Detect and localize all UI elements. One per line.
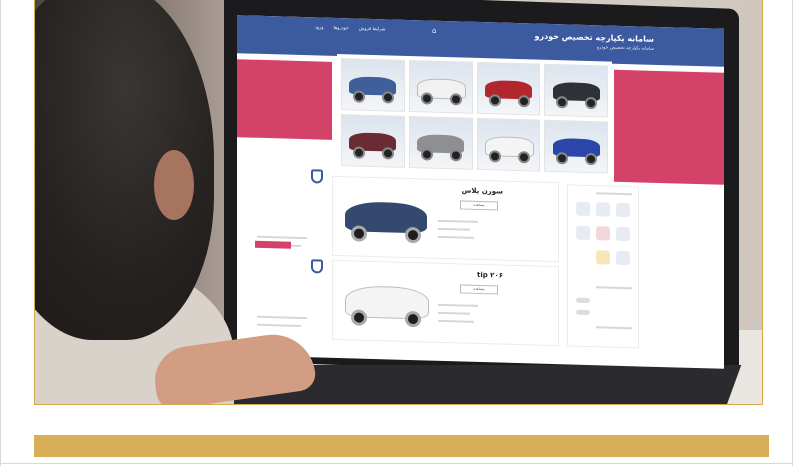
pink-button[interactable] — [255, 240, 291, 249]
nav-item[interactable]: خودروها — [334, 26, 349, 31]
brand-logo-icon[interactable] — [576, 225, 590, 241]
car-gallery — [337, 53, 612, 178]
left-panel — [237, 165, 327, 348]
nav-item[interactable]: ورود — [315, 25, 324, 30]
car-card-button[interactable]: مشاهده — [460, 200, 498, 211]
car-tile[interactable] — [476, 61, 541, 116]
text-line — [257, 323, 301, 327]
car-tile[interactable] — [341, 114, 405, 168]
pink-banner-left — [237, 59, 332, 140]
site-subtitle: سامانه یکپارچه تخصیص خودرو — [596, 45, 654, 52]
text-line — [596, 326, 632, 330]
car-tile[interactable] — [408, 115, 473, 170]
wheel-icon — [585, 96, 598, 110]
brand-logo-icon[interactable] — [616, 250, 630, 266]
wheel-icon — [405, 310, 421, 328]
text-line — [438, 227, 470, 231]
bottom-rule — [0, 463, 793, 464]
toggle-switch[interactable] — [576, 309, 590, 316]
wheel-icon — [353, 146, 366, 159]
car-tile[interactable] — [544, 119, 608, 174]
wheel-icon — [353, 90, 366, 103]
shield-icon — [311, 169, 323, 184]
wheel-icon — [382, 91, 395, 104]
car-card: سورن پلاس مشاهده — [255, 175, 559, 263]
car-card-title: سورن پلاس — [461, 186, 503, 196]
brand-logo-icon[interactable] — [616, 202, 630, 218]
text-line — [257, 235, 307, 240]
car-tile[interactable] — [408, 59, 473, 114]
wheel-icon — [405, 226, 421, 244]
wheel-icon — [517, 95, 530, 108]
person-ear — [154, 150, 194, 220]
gold-bar — [34, 435, 769, 457]
toggle-switch[interactable] — [576, 297, 590, 304]
text-line — [596, 192, 632, 196]
car-tile[interactable] — [341, 58, 405, 112]
text-line — [438, 219, 478, 223]
wheel-icon — [449, 93, 462, 106]
text-line — [596, 286, 632, 290]
car-card-title: ۲۰۶ tip — [476, 270, 503, 280]
wheel-icon — [488, 94, 501, 107]
car-card: ۲۰۶ tip مشاهده — [332, 259, 559, 347]
figure-frame: سامانه یکپارچه تخصیص خودرو سامانه یکپارچ… — [0, 0, 793, 466]
home-icon[interactable]: ⌂ — [432, 27, 436, 35]
pink-banner-right — [614, 69, 724, 185]
wheel-icon — [449, 149, 462, 162]
frame-left-line — [0, 0, 1, 466]
car-tile[interactable] — [544, 63, 608, 118]
text-line — [438, 235, 474, 239]
site-nav: شرایط فروش خودروها ورود — [315, 25, 386, 32]
wheel-icon — [420, 92, 433, 105]
wheel-icon — [351, 225, 367, 242]
brand-logo-icon[interactable] — [596, 202, 610, 217]
brand-logo-icon[interactable] — [596, 226, 610, 241]
text-line — [438, 303, 478, 307]
text-line — [257, 315, 307, 320]
wheel-icon — [382, 147, 395, 160]
car-card-button[interactable]: مشاهده — [460, 284, 498, 295]
brand-logo-icon[interactable] — [576, 201, 590, 217]
wheel-icon — [556, 152, 569, 165]
text-line — [438, 311, 470, 315]
wheel-icon — [585, 152, 598, 166]
wheel-icon — [351, 309, 367, 326]
nav-item[interactable]: شرایط فروش — [359, 27, 386, 33]
site-title: سامانه یکپارچه تخصیص خودرو — [534, 31, 654, 44]
car-tile[interactable] — [476, 117, 541, 172]
wheel-icon — [556, 96, 569, 109]
brand-logo-icon[interactable] — [616, 226, 630, 242]
text-line — [438, 319, 474, 323]
brand-logo-icon[interactable] — [596, 250, 610, 265]
shield-icon — [311, 259, 323, 274]
wheel-icon — [517, 151, 530, 164]
photo: سامانه یکپارچه تخصیص خودرو سامانه یکپارچ… — [34, 0, 763, 405]
filter-sidebar — [567, 184, 639, 349]
laptop-screen: سامانه یکپارچه تخصیص خودرو سامانه یکپارچ… — [237, 15, 724, 369]
wheel-icon — [420, 148, 433, 161]
wheel-icon — [488, 150, 501, 163]
